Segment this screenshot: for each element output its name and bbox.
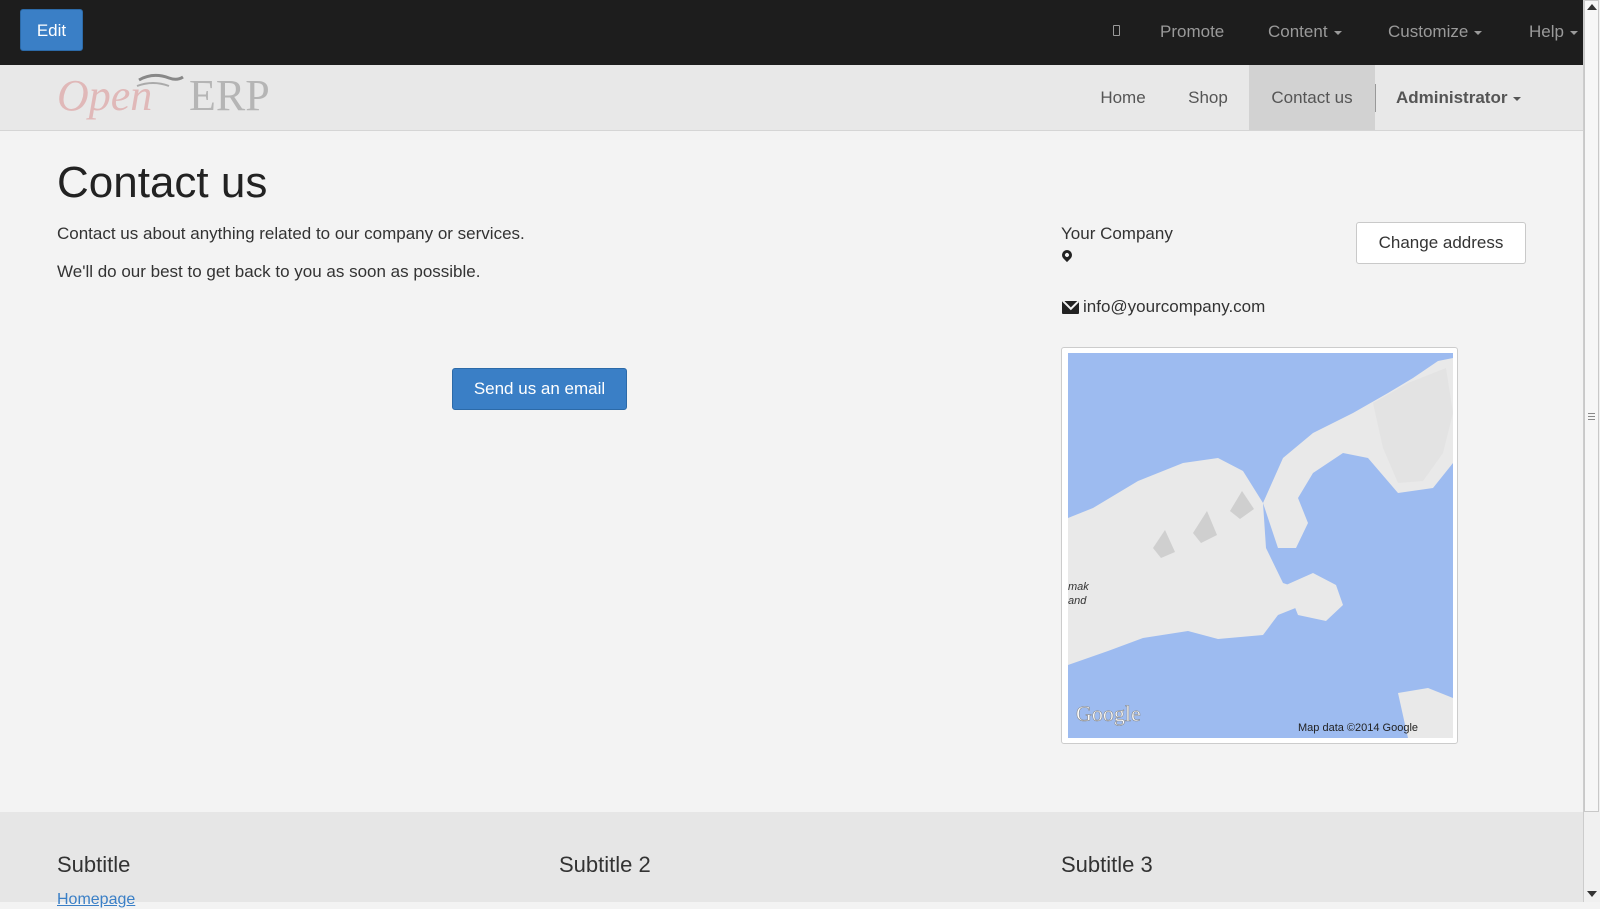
- scrollbar-grip: [1588, 413, 1595, 414]
- promote-menu[interactable]: Promote: [1160, 22, 1224, 42]
- scrollbar-grip: [1588, 419, 1595, 420]
- caret-down-icon: [1333, 30, 1342, 35]
- change-address-button[interactable]: Change address: [1356, 222, 1526, 264]
- promote-label: Promote: [1160, 22, 1225, 41]
- help-menu[interactable]: Help: [1529, 22, 1578, 42]
- scrollbar-grip: [1588, 416, 1595, 417]
- content-menu[interactable]: Content: [1268, 22, 1342, 42]
- customize-label: Customize: [1388, 22, 1469, 41]
- scrollbar-thumb[interactable]: [1584, 0, 1599, 812]
- intro-text: Contact us about anything related to our…: [57, 224, 525, 243]
- nav-home-label: Home: [1100, 88, 1146, 107]
- caret-down-icon: [1474, 30, 1483, 35]
- caret-down-icon: [1569, 30, 1578, 35]
- openerp-logo[interactable]: Open ERP: [57, 70, 297, 126]
- envelope-icon: [1062, 301, 1079, 314]
- logo-open-text: Open: [57, 71, 152, 120]
- edit-button[interactable]: Edit: [20, 9, 83, 51]
- administrator-label: Administrator: [1396, 88, 1508, 107]
- administrator-menu[interactable]: Administrator: [1396, 65, 1522, 130]
- site-footer: [0, 812, 1583, 902]
- company-name: Your Company: [1061, 224, 1173, 243]
- footer-homepage-link[interactable]: Homepage: [57, 891, 135, 909]
- response-text: We'll do our best to get back to you as …: [57, 262, 481, 281]
- nav-contact-label: Contact us: [1271, 88, 1353, 107]
- logo-graphic: Open ERP: [57, 71, 270, 120]
- customize-menu[interactable]: Customize: [1388, 22, 1483, 42]
- logo-erp-text: ERP: [189, 71, 270, 120]
- mobile-preview-icon[interactable]: [1113, 25, 1120, 36]
- map-marker-icon: [1059, 247, 1075, 263]
- footer-subtitle-1: Subtitle: [57, 852, 131, 877]
- footer-subtitle-2: Subtitle 2: [559, 852, 651, 877]
- google-logo: Google: [1076, 701, 1141, 726]
- company-email: info@yourcompany.com: [1083, 297, 1266, 316]
- nav-divider: [1375, 84, 1376, 112]
- scroll-down-arrow-icon[interactable]: [1587, 891, 1597, 897]
- scroll-up-arrow-icon[interactable]: [1587, 4, 1597, 10]
- map-attribution: Map data ©2014 Google: [1298, 722, 1418, 734]
- footer-subtitle-3: Subtitle 3: [1061, 852, 1153, 877]
- nav-home[interactable]: Home: [1079, 65, 1167, 130]
- caret-down-icon: [1513, 96, 1522, 101]
- map-graphic: mak and Google Map data ©2014 Google: [1068, 353, 1453, 738]
- google-map[interactable]: mak and Google Map data ©2014 Google: [1068, 353, 1453, 738]
- map-place-label-2: and: [1068, 595, 1087, 607]
- admin-top-bar: [0, 0, 1583, 65]
- content-label: Content: [1268, 22, 1328, 41]
- nav-contact-us[interactable]: Contact us: [1249, 65, 1375, 130]
- map-place-label-1: mak: [1068, 581, 1089, 593]
- nav-shop[interactable]: Shop: [1167, 65, 1249, 130]
- nav-shop-label: Shop: [1188, 88, 1228, 107]
- help-label: Help: [1529, 22, 1564, 41]
- send-email-button[interactable]: Send us an email: [452, 368, 627, 410]
- page-title: Contact us: [57, 158, 268, 207]
